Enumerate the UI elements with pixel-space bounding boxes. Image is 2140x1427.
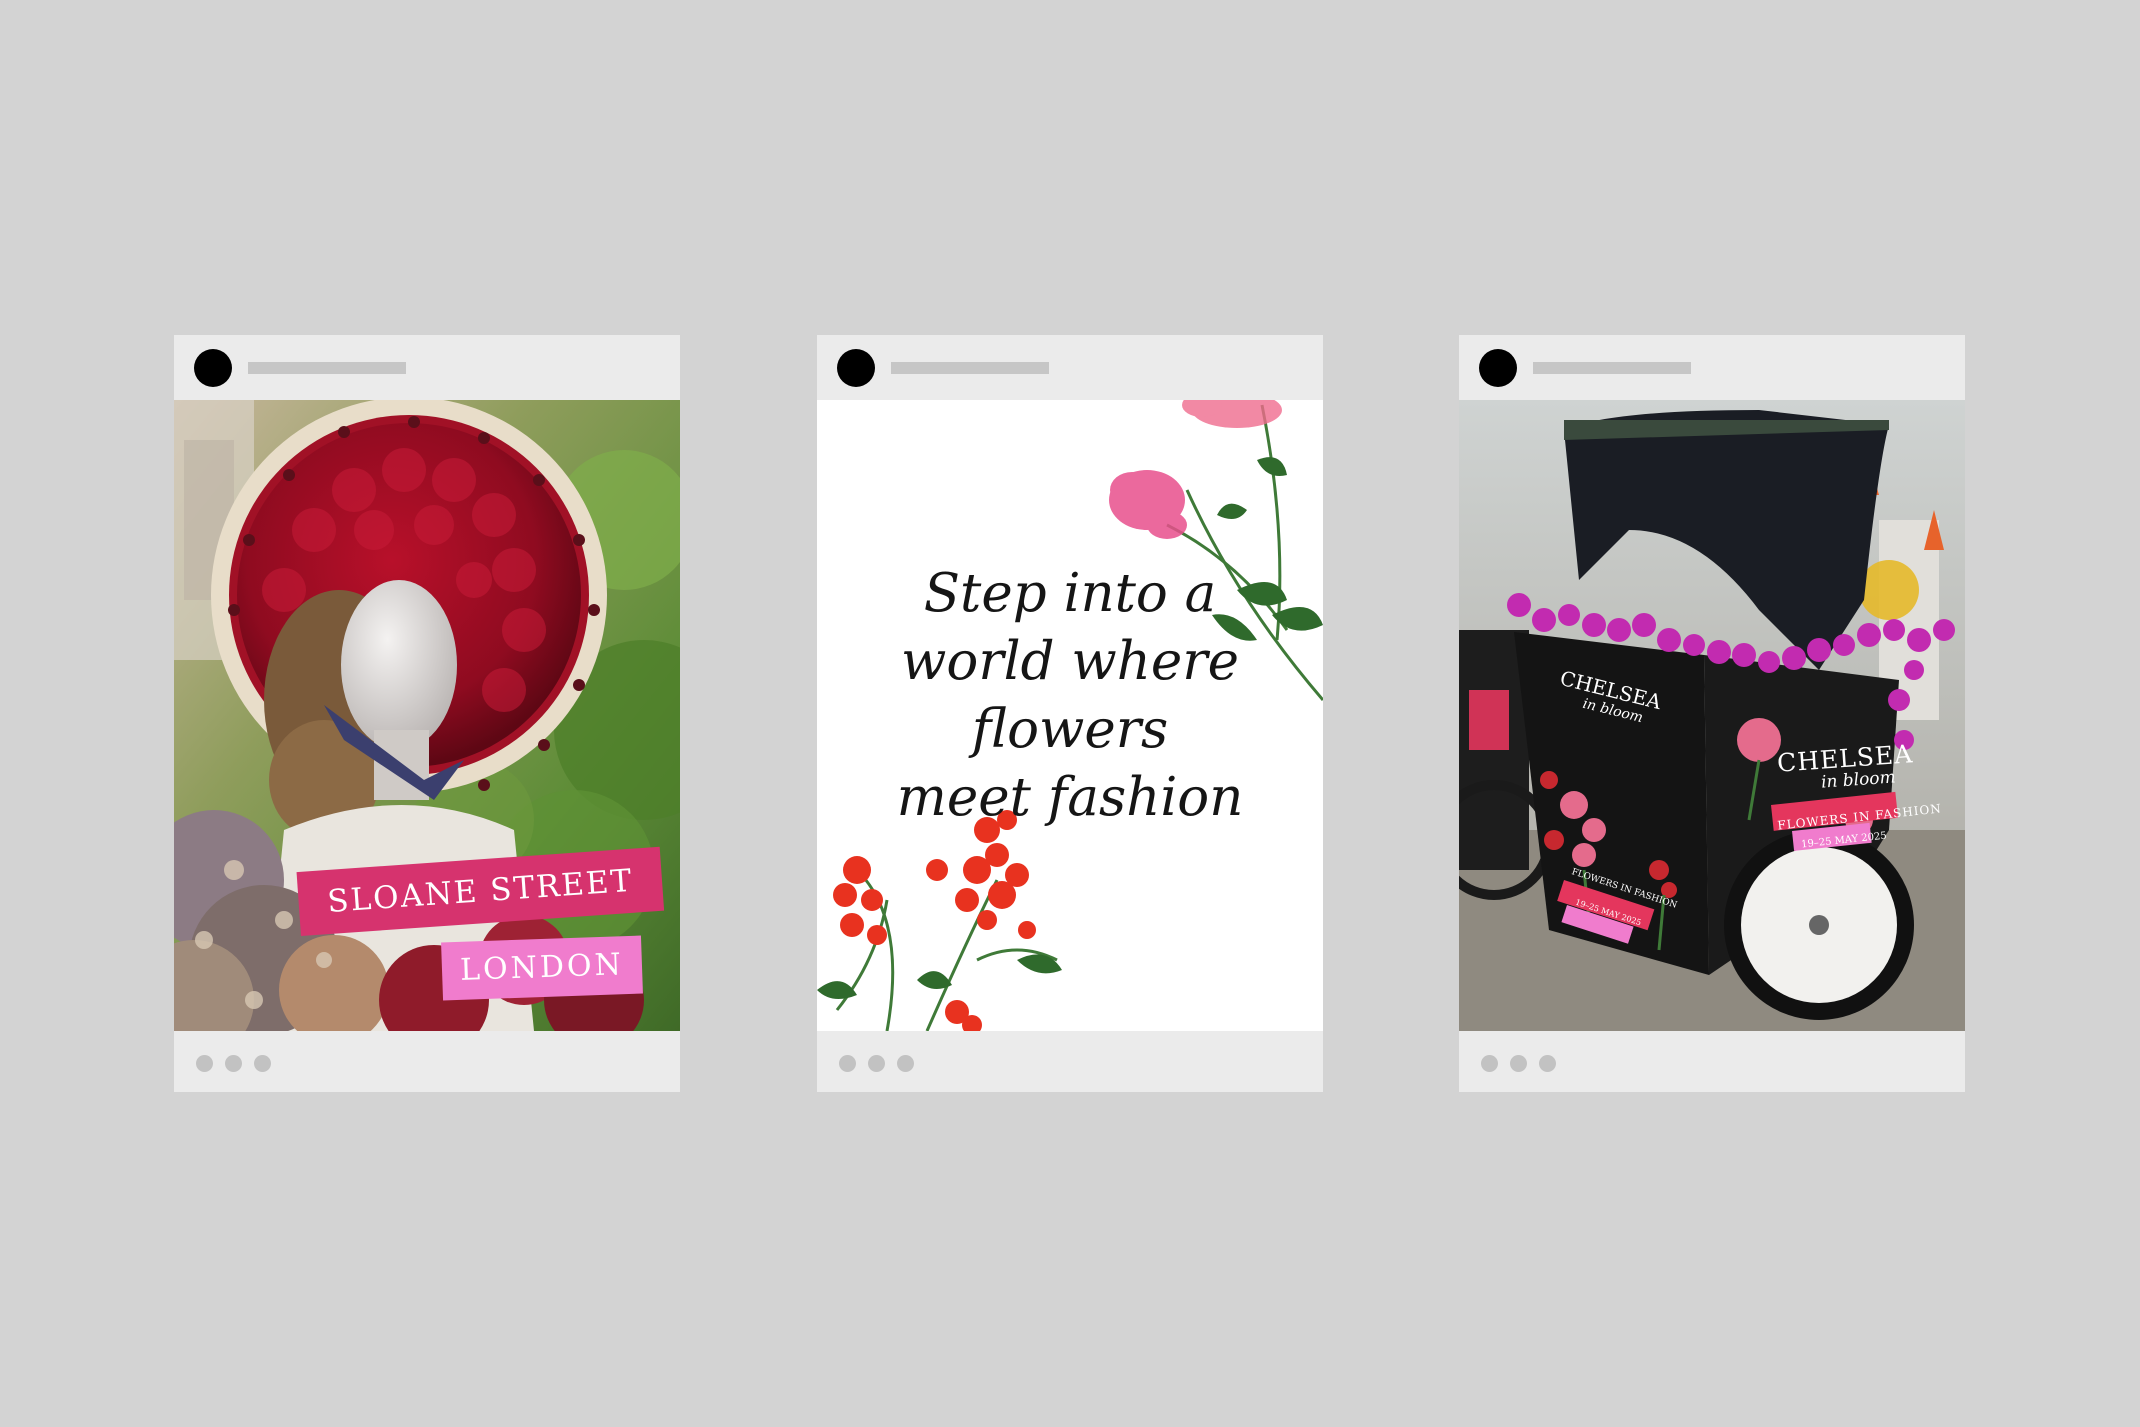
social-post-card: SLOANE STREET LONDON (174, 335, 680, 1092)
post-image[interactable]: SLOANE STREET LONDON (174, 400, 680, 1031)
post-header (174, 335, 680, 400)
quote-text: Step into a world where flowers meet fas… (817, 560, 1323, 832)
post-header (817, 335, 1323, 400)
action-dot[interactable] (225, 1055, 242, 1072)
avatar[interactable] (194, 349, 232, 387)
action-dot[interactable] (254, 1055, 271, 1072)
post-image[interactable]: CHELSEA in bloom FLOWERS IN FASHION 19–2… (1459, 400, 1965, 1031)
quote-line: meet fashion (896, 767, 1244, 828)
action-dot[interactable] (196, 1055, 213, 1072)
social-post-card: Step into a world where flowers meet fas… (817, 335, 1323, 1092)
avatar[interactable] (837, 349, 875, 387)
username-placeholder[interactable] (891, 362, 1049, 374)
username-placeholder[interactable] (248, 362, 406, 374)
post-header (1459, 335, 1965, 400)
avatar[interactable] (1479, 349, 1517, 387)
post-footer (174, 1031, 680, 1092)
action-dot[interactable] (839, 1055, 856, 1072)
flower-rickshaw-photo (1459, 400, 1965, 1031)
action-dot[interactable] (1510, 1055, 1527, 1072)
action-dot[interactable] (897, 1055, 914, 1072)
action-dot[interactable] (1481, 1055, 1498, 1072)
social-post-card: CHELSEA in bloom FLOWERS IN FASHION 19–2… (1459, 335, 1965, 1092)
quote-line: flowers (971, 699, 1169, 760)
post-footer (1459, 1031, 1965, 1092)
username-placeholder[interactable] (1533, 362, 1691, 374)
city-tag: LONDON (441, 935, 643, 1001)
quote-line: Step into a (923, 563, 1217, 624)
action-dot[interactable] (868, 1055, 885, 1072)
post-image[interactable]: Step into a world where flowers meet fas… (817, 400, 1323, 1031)
post-footer (817, 1031, 1323, 1092)
action-dot[interactable] (1539, 1055, 1556, 1072)
quote-line: world where (901, 631, 1239, 692)
